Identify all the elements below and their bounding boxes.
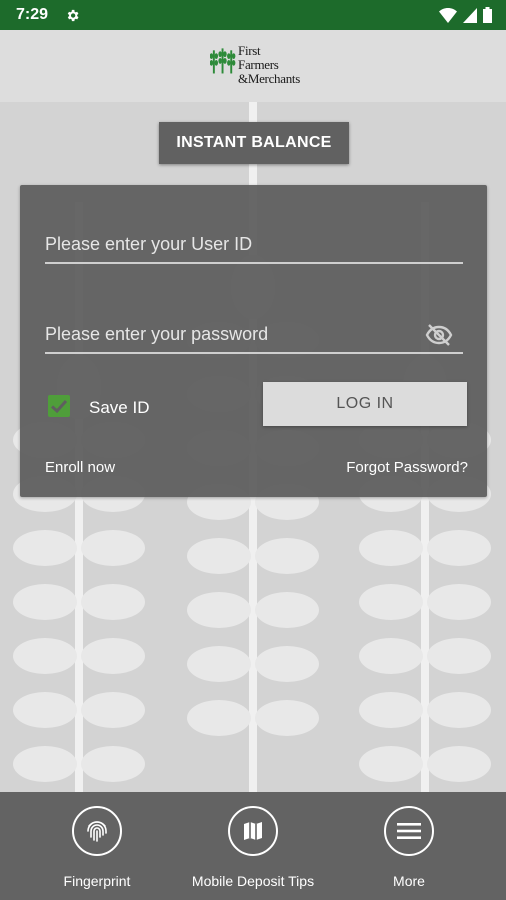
status-bar: 7:29 [0, 0, 506, 30]
fingerprint-icon [87, 821, 107, 842]
save-id-label: Save ID [89, 398, 150, 417]
logo-line-2: Farmers [238, 57, 279, 72]
user-id-field[interactable]: Please enter your User ID [45, 222, 463, 264]
map-icon [244, 822, 262, 840]
menu-icon [397, 823, 421, 839]
app-header: First Farmers &Merchants [0, 30, 506, 102]
logo-line-3: &Merchants [238, 71, 300, 86]
logo-text: First Farmers &Merchants [238, 44, 300, 86]
mobile-deposit-tips-button[interactable] [228, 806, 278, 856]
save-id-checkbox[interactable] [48, 395, 70, 417]
login-card: Please enter your User ID Please enter y… [20, 185, 487, 497]
password-field[interactable]: Please enter your password [45, 312, 463, 354]
bank-logo: First Farmers &Merchants [210, 44, 300, 88]
logo-line-1: First [238, 43, 261, 58]
instant-balance-button[interactable]: INSTANT BALANCE [159, 122, 349, 164]
forgot-password-link[interactable]: Forgot Password? [346, 459, 468, 476]
checkmark-icon [50, 399, 68, 414]
wheat-logo-icon [210, 48, 236, 74]
more-button[interactable] [384, 806, 434, 856]
nav-mobile-deposit-tips[interactable]: Mobile Deposit Tips [168, 806, 338, 889]
login-button[interactable]: LOG IN [263, 382, 467, 426]
more-label: More [393, 873, 425, 889]
battery-icon [483, 7, 492, 23]
enroll-now-link[interactable]: Enroll now [45, 459, 115, 476]
user-id-placeholder: Please enter your User ID [45, 234, 253, 254]
eye-off-icon[interactable] [425, 324, 453, 346]
cell-signal-icon [463, 7, 477, 23]
bottom-nav: Fingerprint Mobile Deposit Tips More [0, 792, 506, 900]
settings-gear-icon [67, 9, 79, 22]
nav-fingerprint[interactable]: Fingerprint [12, 806, 182, 889]
fingerprint-label: Fingerprint [63, 873, 131, 889]
password-placeholder: Please enter your password [45, 324, 269, 344]
mobile-deposit-tips-label: Mobile Deposit Tips [191, 873, 315, 889]
wifi-icon [439, 7, 457, 23]
fingerprint-button[interactable] [72, 806, 122, 856]
login-content: INSTANT BALANCE Please enter your User I… [0, 102, 506, 792]
nav-more[interactable]: More [324, 806, 494, 889]
status-time: 7:29 [16, 6, 49, 23]
